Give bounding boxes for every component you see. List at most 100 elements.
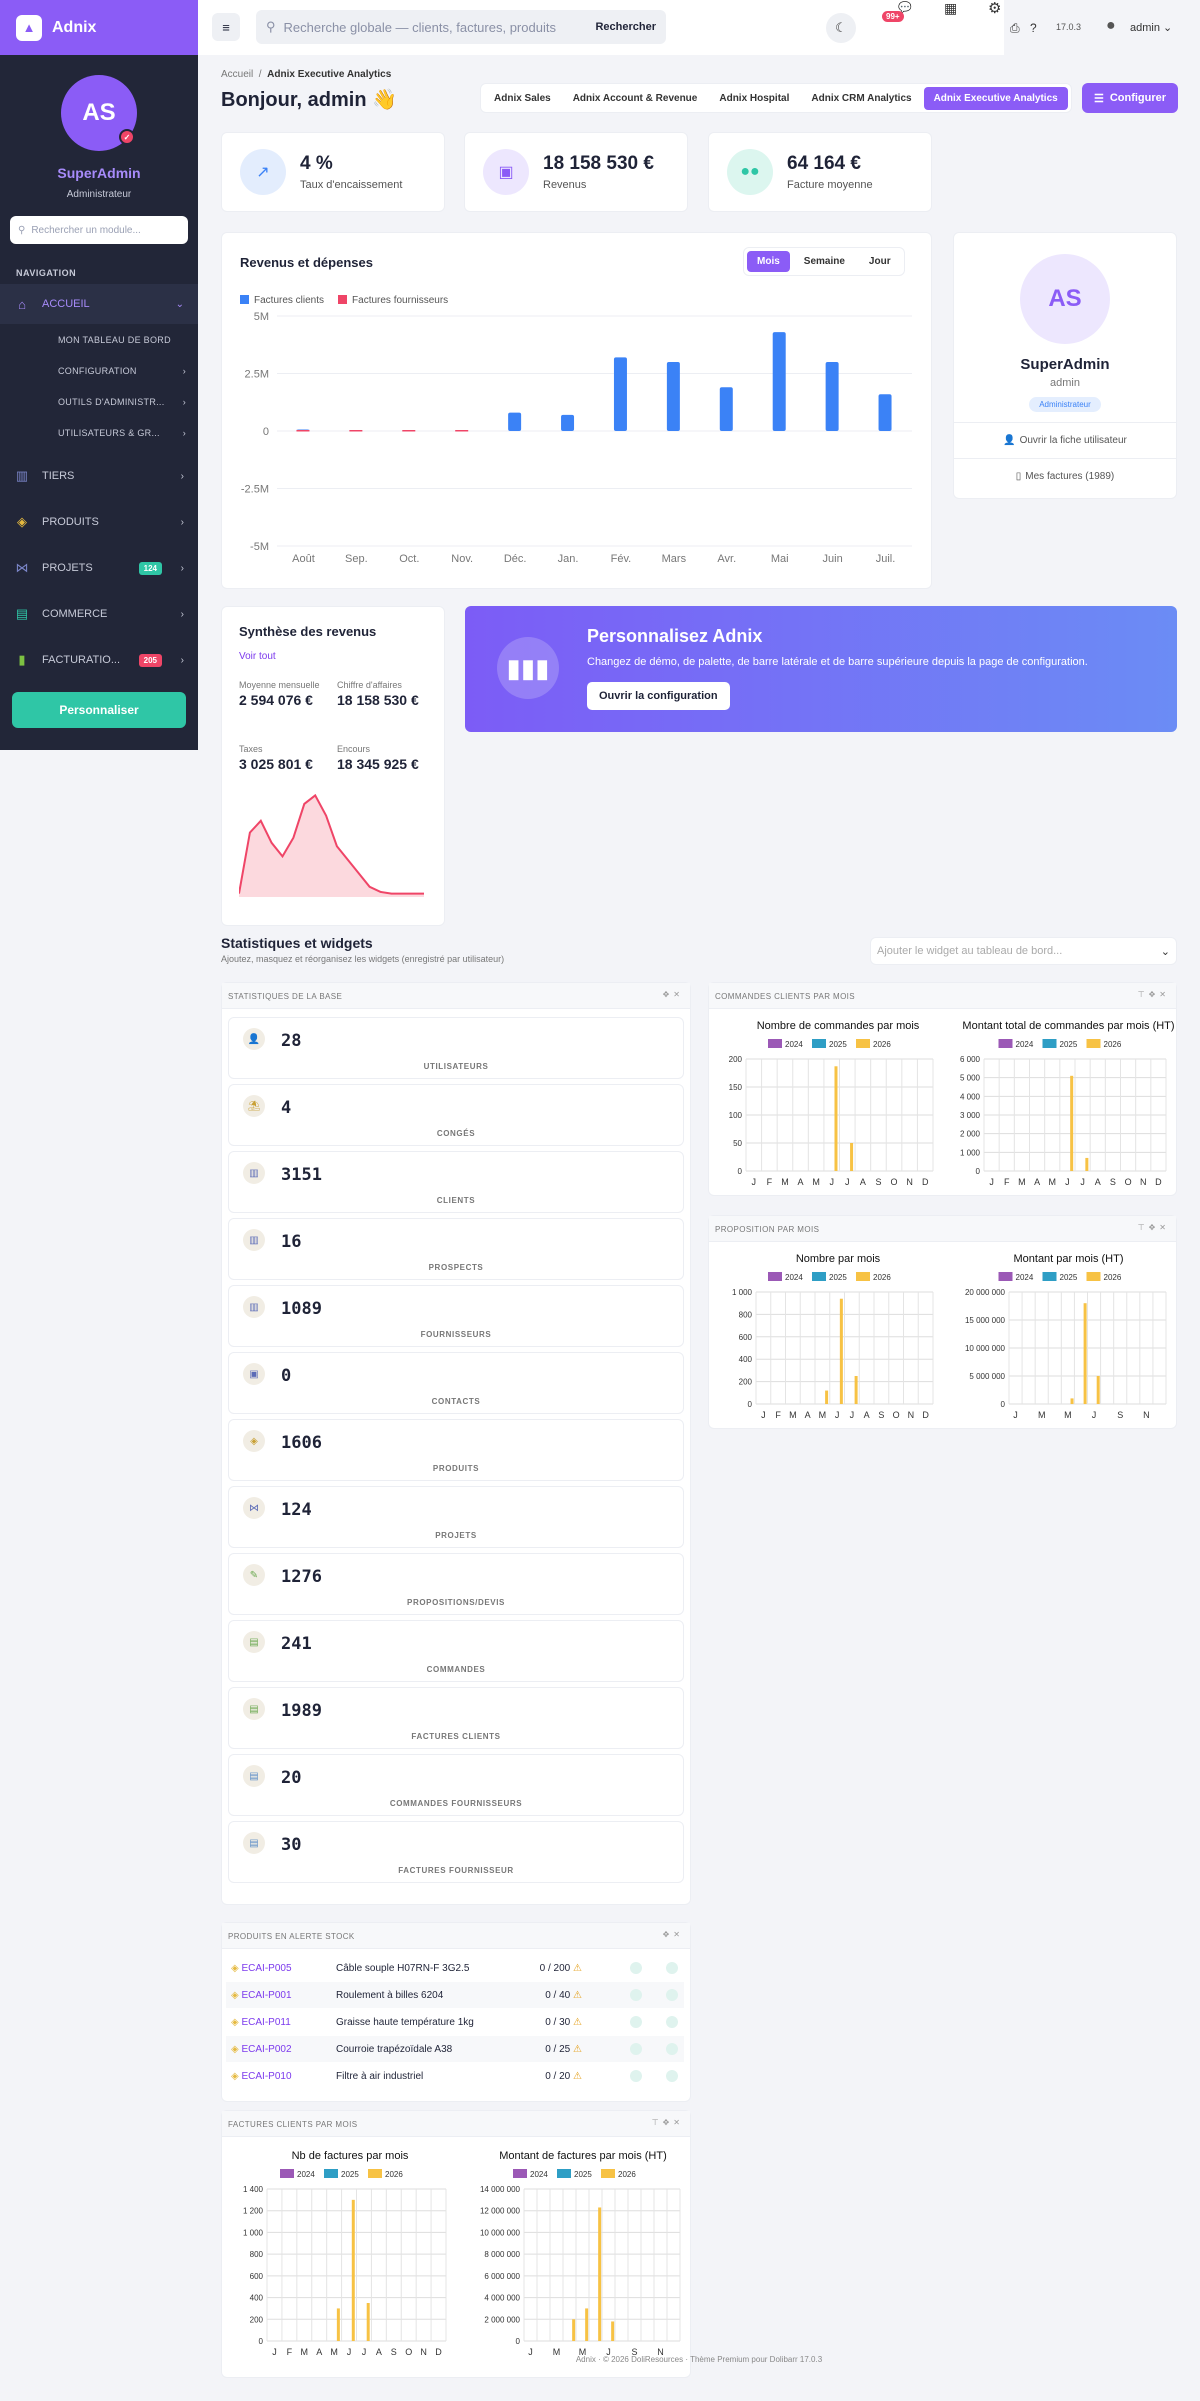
stat-row-prospects[interactable]: ▥ 16 PROSPECTS xyxy=(228,1218,684,1280)
add-widget-select[interactable]: Ajouter le widget au tableau de bord... ⌄ xyxy=(870,937,1177,965)
status-dot[interactable] xyxy=(630,1962,642,1974)
sidebar-subitem-users-groups[interactable]: UTILISATEURS & GR... › xyxy=(0,417,198,448)
widget-tools[interactable]: ⊤✥✕ xyxy=(1138,990,1170,999)
product-ref-link[interactable]: ◈ ECAI-P005 xyxy=(226,1963,336,1974)
calendar-icon[interactable]: ▦ xyxy=(944,0,957,17)
configure-button[interactable]: ☰ Configurer xyxy=(1082,83,1178,113)
y-tick-label: 0 xyxy=(1001,1400,1006,1409)
bar xyxy=(1070,1398,1074,1404)
y-tick-label: 8 000 000 xyxy=(484,2250,520,2259)
sidebar-item-accueil[interactable]: ⌂ ACCUEIL ⌄ xyxy=(0,284,198,324)
box-icon: ◈ xyxy=(243,1430,265,1452)
invoices-amount-chart: Montant de factures par mois (HT) 2024 202… xyxy=(480,2150,681,2357)
project-icon: ⋈ xyxy=(15,560,29,575)
stat-value: 1989 xyxy=(281,1701,322,1721)
user-menu[interactable]: admin ⌄ xyxy=(1130,21,1172,34)
legend-label: 2024 xyxy=(530,2170,548,2179)
promo-text: Changez de démo, de palette, de barre la… xyxy=(587,656,1088,668)
sidebar-subitem-dashboard[interactable]: MON TABLEAU DE BORD xyxy=(0,324,198,355)
menu-toggle-icon[interactable]: ≡ xyxy=(212,13,240,41)
chevron-right-icon: › xyxy=(180,608,184,620)
legend-label: 2024 xyxy=(297,2170,315,2179)
widget-tools[interactable]: ⊤✥✕ xyxy=(652,2118,684,2127)
stat-value: 1276 xyxy=(281,1567,322,1587)
my-invoices-link[interactable]: ▯ Mes factures (1989) xyxy=(954,458,1176,494)
sidebar-item-facturation[interactable]: ▮ FACTURATIO... 205 › xyxy=(0,640,198,680)
view-all-link[interactable]: Voir tout xyxy=(239,651,276,662)
tab-crm-analytics[interactable]: Adnix CRM Analytics xyxy=(801,87,921,110)
status-dot[interactable] xyxy=(630,1989,642,2001)
sidebar-subitem-admin-tools[interactable]: OUTILS D'ADMINISTR... › xyxy=(0,386,198,417)
sidebar-item-tiers[interactable]: ▥ TIERS › xyxy=(0,456,198,496)
gear-icon[interactable]: ⚙ xyxy=(988,0,1001,17)
stat-row-utilisateurs[interactable]: 👤 28 UTILISATEURS xyxy=(228,1017,684,1079)
tab-executive-analytics[interactable]: Adnix Executive Analytics xyxy=(923,86,1068,110)
stat-row-commandes[interactable]: ▤ 241 COMMANDES xyxy=(228,1620,684,1682)
legend-swatch xyxy=(557,2169,571,2178)
stat-row-factures-fournisseur[interactable]: ▤ 30 FACTURES FOURNISSEUR xyxy=(228,1821,684,1883)
period-month[interactable]: Mois xyxy=(747,251,790,272)
expense-bar xyxy=(349,430,363,432)
stat-row-cong-s[interactable]: ⛱ 4 CONGÉS xyxy=(228,1084,684,1146)
footer: Adnix · © 2026 DoliResources · Thème Pre… xyxy=(575,2355,823,2364)
sidebar-item-projets[interactable]: ⋈ PROJETS 124 › xyxy=(0,548,198,588)
widget-tools[interactable]: ✥✕ xyxy=(663,1930,684,1939)
status-dot[interactable] xyxy=(630,2016,642,2028)
print-icon[interactable]: ⎙ xyxy=(1010,21,1020,36)
status-dot[interactable] xyxy=(666,2016,678,2028)
stat-row-produits[interactable]: ◈ 1606 PRODUITS xyxy=(228,1419,684,1481)
help-icon[interactable]: ? xyxy=(1030,21,1037,35)
tab-hospital[interactable]: Adnix Hospital xyxy=(709,87,799,110)
legend-swatch xyxy=(280,2169,294,2178)
stat-row-projets[interactable]: ⋈ 124 PROJETS xyxy=(228,1486,684,1548)
brand[interactable]: ▲ Adnix xyxy=(0,0,198,55)
product-ref-link[interactable]: ◈ ECAI-P001 xyxy=(226,1990,336,2001)
product-ref-link[interactable]: ◈ ECAI-P010 xyxy=(226,2071,336,2082)
status-dot[interactable] xyxy=(630,2043,642,2055)
y-tick-label: 15 000 000 xyxy=(965,1316,1006,1325)
x-tick-label: A xyxy=(798,1177,804,1187)
open-user-card-link[interactable]: 👤 Ouvrir la fiche utilisateur xyxy=(954,422,1176,458)
stat-row-contacts[interactable]: ▣ 0 CONTACTS xyxy=(228,1352,684,1414)
table-row: ◈ ECAI-P001 Roulement à billes 6204 0 / 40… xyxy=(226,1982,684,2008)
stat-row-fournisseurs[interactable]: ▥ 1089 FOURNISSEURS xyxy=(228,1285,684,1347)
sidebar-subitem-configuration[interactable]: CONFIGURATION › xyxy=(0,355,198,386)
sidebar-item-commerce[interactable]: ▤ COMMERCE › xyxy=(0,594,198,634)
x-tick-label: A xyxy=(860,1177,866,1187)
widget-tools[interactable]: ✥✕ xyxy=(663,990,684,999)
dark-mode-icon[interactable]: ☾ xyxy=(826,13,856,43)
status-dot[interactable] xyxy=(666,2070,678,2082)
global-search[interactable]: ⚲ Recherche globale — clients, factures,… xyxy=(256,10,666,44)
status-dot[interactable] xyxy=(666,1962,678,1974)
status-dot[interactable] xyxy=(630,2070,642,2082)
widget-tools[interactable]: ⊤✥✕ xyxy=(1138,1223,1170,1232)
stat-row-factures-clients[interactable]: ▤ 1989 FACTURES CLIENTS xyxy=(228,1687,684,1749)
revenue-bar xyxy=(666,362,680,431)
personalize-button[interactable]: Personnaliser xyxy=(12,692,186,728)
search-button[interactable]: Rechercher xyxy=(595,21,656,33)
product-ref-link[interactable]: ◈ ECAI-P002 xyxy=(226,2044,336,2055)
stat-row-clients[interactable]: ▥ 3151 CLIENTS xyxy=(228,1151,684,1213)
open-config-button[interactable]: Ouvrir la configuration xyxy=(587,682,730,710)
order-icon: ▤ xyxy=(243,1765,265,1787)
global-search-input[interactable]: Recherche globale — clients, factures, p… xyxy=(284,20,556,35)
status-dot[interactable] xyxy=(666,2043,678,2055)
tab-account-revenue[interactable]: Adnix Account & Revenue xyxy=(563,87,708,110)
invoice-icon: ▤ xyxy=(243,1832,265,1854)
period-week[interactable]: Semaine xyxy=(794,251,855,272)
sidebar-item-produits[interactable]: ◈ PRODUITS › xyxy=(0,502,198,542)
tab-sales[interactable]: Adnix Sales xyxy=(484,87,561,110)
user-avatar-icon[interactable]: ● xyxy=(1106,17,1116,35)
row-actions xyxy=(630,1962,684,1974)
status-dot[interactable] xyxy=(666,1989,678,2001)
module-search-input[interactable]: ⚲ Rechercher un module... xyxy=(10,216,188,244)
breadcrumb-home[interactable]: Accueil xyxy=(221,69,253,80)
period-day[interactable]: Jour xyxy=(859,251,901,272)
product-ref-link[interactable]: ◈ ECAI-P011 xyxy=(226,2017,336,2028)
x-tick-label: J xyxy=(850,1410,855,1420)
avatar[interactable]: AS ✓ xyxy=(61,75,137,151)
stat-row-propositions-devis[interactable]: ✎ 1276 PROPOSITIONS/DEVIS xyxy=(228,1553,684,1615)
product-ref: ECAI-P010 xyxy=(241,2070,292,2082)
widgets-title: Statistiques et widgets xyxy=(221,935,373,951)
stat-row-commandes-fournisseurs[interactable]: ▤ 20 COMMANDES FOURNISSEURS xyxy=(228,1754,684,1816)
